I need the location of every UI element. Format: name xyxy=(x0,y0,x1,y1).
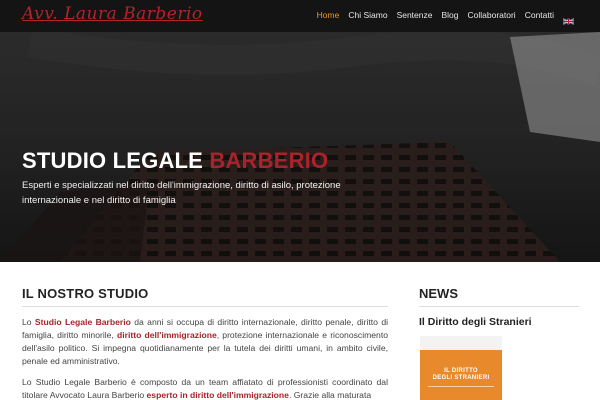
book-cover-title: IL DIRITTO DEGLI STRANIERI xyxy=(420,368,502,382)
book-header-band xyxy=(420,336,502,350)
news-title: NEWS xyxy=(419,286,458,301)
text: . Grazie alla maturata xyxy=(288,390,372,400)
book-cover-text xyxy=(428,386,494,396)
studio-paragraph-2: Lo Studio Legale Barberio è composto da … xyxy=(22,376,388,400)
nav-item-contatti[interactable]: Contatti xyxy=(525,10,554,20)
hero-title: STUDIO LEGALE BARBERIO xyxy=(22,148,328,174)
hero-subtitle: Esperti e specializzati nel diritto dell… xyxy=(22,180,341,206)
news-item-title[interactable]: Il Diritto degli Stranieri xyxy=(419,316,532,328)
nav-item-blog[interactable]: Blog xyxy=(441,10,458,20)
nav-item-home[interactable]: Home xyxy=(317,10,340,20)
section-title-studio: IL NOSTRO STUDIO xyxy=(22,286,149,301)
site-header: Avv. Laura Barberio Home Chi Siamo Sente… xyxy=(0,0,600,32)
section-divider xyxy=(22,306,388,307)
hero-title-accent: BARBERIO xyxy=(209,148,329,173)
nav-item-chi-siamo[interactable]: Chi Siamo xyxy=(348,10,387,20)
book-title-line-1: IL DIRITTO xyxy=(444,368,478,374)
immigration-expert-link[interactable]: esperto in diritto dell'immigrazione xyxy=(147,390,289,400)
hero-background-image xyxy=(0,32,600,262)
news-divider xyxy=(419,306,579,307)
book-title-line-2: DEGLI STRANIERI xyxy=(432,375,490,381)
book-cover-image[interactable]: IL DIRITTO DEGLI STRANIERI xyxy=(420,336,502,400)
nav-item-collaboratori[interactable]: Collaboratori xyxy=(468,10,516,20)
main-nav: Home Chi Siamo Sentenze Blog Collaborato… xyxy=(317,10,575,25)
text: Lo xyxy=(22,317,35,327)
hero-banner: STUDIO LEGALE BARBERIO Esperti e special… xyxy=(0,32,600,262)
uk-flag-icon[interactable] xyxy=(562,12,575,25)
studio-name-link[interactable]: Studio Legale Barberio xyxy=(35,317,131,327)
site-logo[interactable]: Avv. Laura Barberio xyxy=(22,4,203,24)
immigration-law-link[interactable]: diritto dell'immigrazione xyxy=(117,330,217,340)
studio-paragraph-1: Lo Studio Legale Barberio da anni si occ… xyxy=(22,316,388,368)
nav-item-sentenze[interactable]: Sentenze xyxy=(397,10,433,20)
hero-title-main: STUDIO LEGALE xyxy=(22,148,204,173)
